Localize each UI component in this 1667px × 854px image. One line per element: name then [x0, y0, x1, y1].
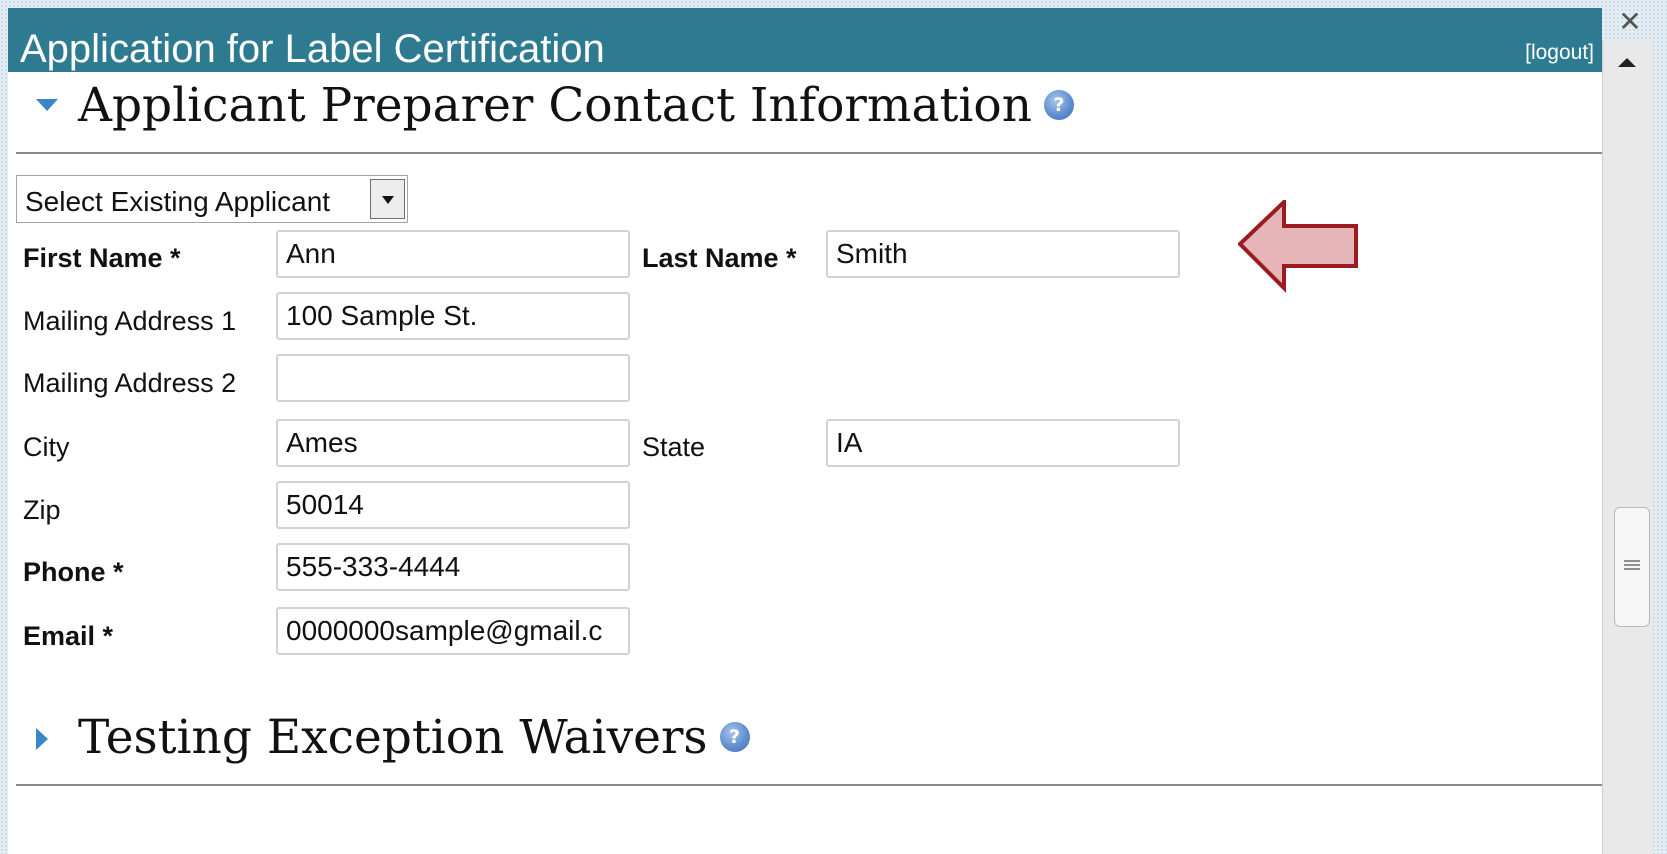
scroll-up-button[interactable] — [1604, 44, 1650, 78]
city-label: City — [23, 432, 70, 462]
close-icon[interactable]: ✕ — [1612, 6, 1648, 38]
zip-input[interactable] — [276, 481, 630, 529]
section-applicant-title: Applicant Preparer Contact Information — [78, 78, 1032, 133]
title-bar: Application for Label Certification [log… — [8, 8, 1602, 72]
first-name-label: First Name * — [23, 243, 181, 273]
section-waivers-title: Testing Exception Waivers — [78, 710, 708, 765]
expand-triangle-icon — [36, 728, 48, 750]
grip-icon — [1624, 560, 1640, 562]
city-input[interactable] — [276, 419, 630, 467]
vertical-scrollbar[interactable] — [1602, 40, 1653, 854]
pointer-arrow-icon — [1238, 200, 1358, 293]
collapse-triangle-icon — [36, 99, 58, 111]
mailing-address-2-label: Mailing Address 2 — [23, 368, 237, 398]
dropdown-selected-value: Select Existing Applicant — [25, 186, 331, 217]
last-name-label: Last Name * — [642, 243, 797, 273]
email-input[interactable] — [276, 607, 630, 655]
help-icon[interactable]: ? — [719, 722, 750, 752]
state-input[interactable] — [826, 419, 1180, 467]
state-label: State — [642, 432, 706, 462]
section-divider — [16, 784, 1602, 786]
mailing-address-2-input[interactable] — [276, 354, 630, 402]
window-title: Application for Label Certification — [20, 27, 605, 71]
chevron-down-icon — [382, 196, 394, 204]
phone-input[interactable] — [276, 543, 630, 591]
logout-link[interactable]: [logout] — [1525, 41, 1594, 65]
zip-label: Zip — [23, 495, 61, 525]
select-existing-applicant-dropdown[interactable]: Select Existing Applicant — [16, 175, 408, 223]
section-divider — [16, 152, 1602, 154]
chevron-up-icon — [1618, 58, 1636, 67]
first-name-input[interactable] — [276, 230, 630, 278]
application-window: Application for Label Certification [log… — [8, 8, 1602, 854]
email-label: Email * — [23, 621, 114, 651]
mailing-address-1-input[interactable] — [276, 292, 630, 340]
dropdown-button[interactable] — [370, 179, 405, 219]
help-icon[interactable]: ? — [1043, 90, 1074, 120]
mailing-address-1-label: Mailing Address 1 — [23, 306, 237, 336]
phone-label: Phone * — [23, 557, 124, 587]
scrollbar-thumb[interactable] — [1614, 507, 1650, 627]
last-name-input[interactable] — [826, 230, 1180, 278]
